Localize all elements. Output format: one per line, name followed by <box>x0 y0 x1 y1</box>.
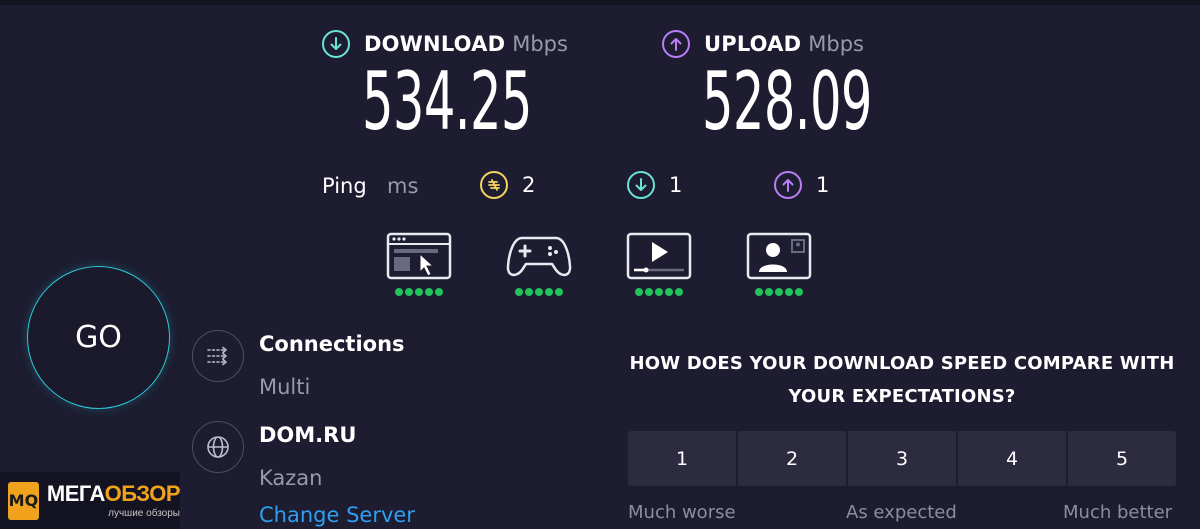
globe-icon <box>192 421 244 473</box>
rating-option-4[interactable]: 4 <box>958 431 1066 486</box>
video-streaming-icon <box>626 232 692 280</box>
rating-option-3[interactable]: 3 <box>848 431 956 486</box>
rating-dots <box>506 288 572 296</box>
change-server-link[interactable]: Change Server <box>259 503 415 527</box>
rating-dot <box>545 288 553 296</box>
rating-dot <box>405 288 413 296</box>
scale-high-label: Much better <box>1063 502 1173 523</box>
rating-dot <box>515 288 523 296</box>
ping-idle: 2 <box>480 171 535 199</box>
rating-scale: 1 2 3 4 5 <box>628 431 1176 486</box>
arrow-up-circle-icon <box>662 30 690 58</box>
upload-title: UPLOAD <box>704 32 802 56</box>
watermark: MQ МЕГАОБЗОР лучшие обзоры <box>0 472 181 529</box>
gaming-icon <box>506 236 572 277</box>
connections-icon[interactable] <box>192 330 244 382</box>
watermark-title-b: ОБЗОР <box>104 481 181 506</box>
rating-dot <box>795 288 803 296</box>
rating-dot <box>665 288 673 296</box>
rating-dot <box>675 288 683 296</box>
upload-value: 528.09 <box>702 55 872 148</box>
rating-dot <box>635 288 643 296</box>
ping-upload-value: 1 <box>816 173 830 197</box>
rating-dot <box>425 288 433 296</box>
usage-video-chat <box>746 232 812 296</box>
rating-dot <box>785 288 793 296</box>
video-chat-icon <box>746 232 812 280</box>
go-button[interactable]: GO <box>27 266 170 409</box>
ping-idle-value: 2 <box>522 173 536 197</box>
watermark-subtitle: лучшие обзоры <box>108 508 180 519</box>
rating-option-2[interactable]: 2 <box>738 431 846 486</box>
rating-dot <box>775 288 783 296</box>
download-metric: DOWNLOAD Mbps 534.25 <box>322 28 568 142</box>
rating-option-5[interactable]: 5 <box>1068 431 1176 486</box>
ping-download-value: 1 <box>669 173 683 197</box>
usage-web-browsing <box>386 232 452 296</box>
rating-dots <box>386 288 452 296</box>
download-title: DOWNLOAD <box>364 32 506 56</box>
server-location: Kazan <box>259 466 323 490</box>
arrow-up-circle-icon <box>774 171 802 199</box>
watermark-title-a: МЕГА <box>46 481 105 506</box>
download-value: 534.25 <box>362 55 532 148</box>
upload-unit: Mbps <box>808 32 864 56</box>
rating-dot <box>765 288 773 296</box>
rating-dot <box>535 288 543 296</box>
ping-row: Ping ms 2 1 1 <box>322 171 882 203</box>
download-unit: Mbps <box>512 32 568 56</box>
watermark-title: МЕГАОБЗОР <box>46 481 181 506</box>
rating-dot <box>555 288 563 296</box>
rating-dot <box>435 288 443 296</box>
scale-low-label: Much worse <box>628 502 736 523</box>
connections-value: Multi <box>259 375 311 399</box>
rating-dot <box>645 288 653 296</box>
ping-download: 1 <box>627 171 682 199</box>
scale-mid-label: As expected <box>846 502 957 523</box>
watermark-logo: MQ <box>8 481 39 520</box>
rating-dot <box>655 288 663 296</box>
rating-dot <box>415 288 423 296</box>
rating-dot <box>395 288 403 296</box>
upload-metric: UPLOAD Mbps 528.09 <box>662 28 872 142</box>
survey-question: HOW DOES YOUR DOWNLOAD SPEED COMPARE WIT… <box>629 353 1175 407</box>
ping-idle-icon <box>480 171 508 199</box>
arrow-down-circle-icon <box>322 30 350 58</box>
rating-dots <box>746 288 812 296</box>
usage-video-streaming <box>626 232 692 296</box>
top-edge <box>0 0 1200 5</box>
rating-dot <box>755 288 763 296</box>
ping-label: Ping <box>322 174 367 198</box>
rating-dot <box>525 288 533 296</box>
ping-unit: ms <box>387 174 419 198</box>
rating-dots <box>626 288 692 296</box>
arrow-down-circle-icon <box>627 171 655 199</box>
rating-option-1[interactable]: 1 <box>628 431 736 486</box>
connections-title: Connections <box>259 332 405 356</box>
ping-upload: 1 <box>774 171 829 199</box>
usage-gaming <box>506 232 572 296</box>
server-name: DOM.RU <box>259 423 357 447</box>
web-browsing-icon <box>386 232 452 280</box>
